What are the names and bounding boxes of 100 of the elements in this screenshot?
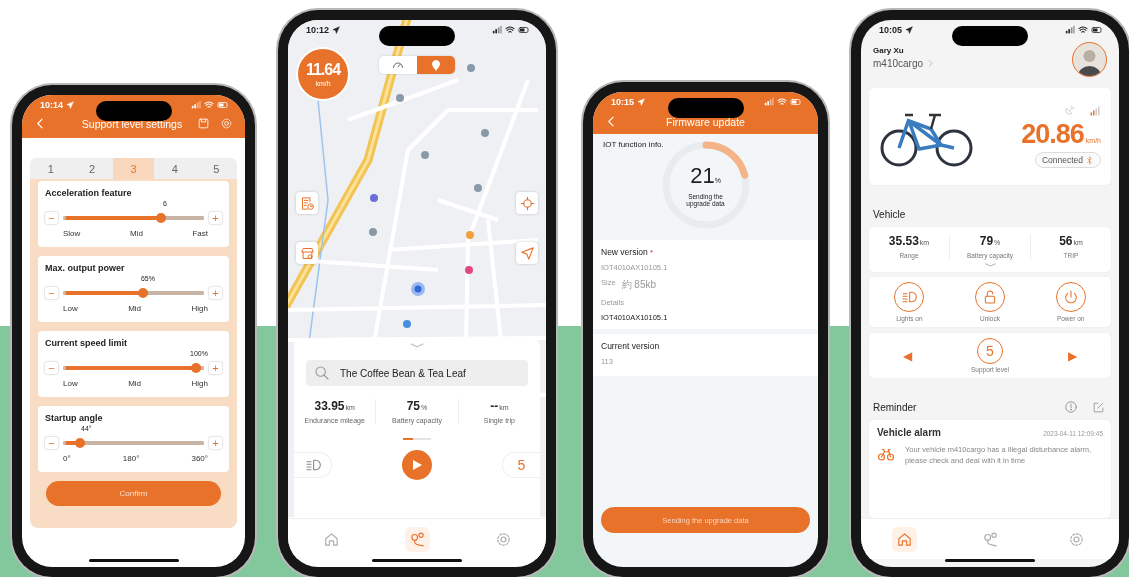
status-time: 10:12 (306, 25, 330, 35)
settings-icon (1067, 530, 1085, 548)
stat-value: 33.95 (314, 399, 345, 413)
stat-value: -- (490, 399, 499, 413)
scale-label: 360° (191, 454, 208, 463)
play-icon (411, 459, 423, 471)
decrease-button[interactable]: − (45, 212, 58, 224)
level-tab[interactable]: 1 (30, 158, 72, 179)
bluetooth-icon (1085, 155, 1094, 165)
store-button[interactable] (296, 242, 318, 264)
speed-value: 11.64 (305, 61, 341, 79)
status-time: 10:15 (611, 97, 635, 107)
cellular-signal-icon (492, 25, 502, 35)
next-level-button[interactable]: ▶ (1060, 348, 1086, 363)
scale-label: 180° (122, 454, 140, 463)
map-pin (369, 228, 377, 236)
location-arrow-icon (332, 26, 341, 34)
trip-record-icon (299, 195, 315, 211)
settings-icon[interactable] (220, 117, 233, 130)
decrease-button[interactable]: − (45, 287, 58, 299)
home-tab[interactable] (891, 526, 917, 552)
stat-value: 56 (1059, 234, 1073, 248)
headlight-button[interactable] (294, 452, 332, 478)
play-button[interactable] (402, 450, 432, 480)
status-time: 10:05 (879, 25, 903, 35)
avatar[interactable] (1072, 42, 1107, 77)
wifi-icon (777, 97, 787, 107)
stat-value: 79 (979, 234, 994, 248)
scale-label: Mid (129, 229, 143, 238)
scale-label: Low (63, 304, 78, 313)
save-icon[interactable] (197, 117, 210, 130)
scale-label: 0° (63, 454, 71, 463)
navigation-icon (519, 245, 535, 261)
increase-button[interactable]: + (209, 287, 222, 299)
route-tab[interactable] (404, 526, 430, 552)
map-pin (421, 151, 429, 159)
unlock-icon (982, 289, 998, 305)
section-heading: Reminder (873, 401, 918, 413)
search-field[interactable]: The Coffee Bean & Tea Leaf (306, 360, 528, 386)
previous-level-button[interactable]: ◀ (894, 348, 920, 363)
screen-title: Support level settings (80, 117, 184, 130)
map-pin (403, 320, 411, 328)
power-icon (1062, 289, 1079, 305)
alert-icon[interactable] (1064, 400, 1078, 414)
speed-view-tab[interactable] (379, 56, 417, 74)
store-icon (299, 245, 315, 261)
map-pin (465, 266, 473, 274)
stat-value: 35.53 (888, 234, 919, 248)
home-icon (895, 530, 913, 548)
level-tab[interactable]: 4 (154, 158, 196, 179)
section-heading: Vehicle (873, 209, 907, 220)
status-time: 10:14 (40, 100, 64, 110)
setting-title: Max. output power (45, 263, 126, 273)
decrease-button[interactable]: − (45, 437, 58, 449)
navigation-button[interactable] (516, 242, 538, 264)
setting-title: Current speed limit (45, 338, 128, 348)
map-pin (467, 64, 475, 72)
level-tab[interactable]: 5 (195, 158, 237, 179)
increase-button[interactable]: + (209, 212, 222, 224)
signal-bars-icon (1089, 105, 1101, 117)
settings-icon (494, 530, 512, 548)
locate-icon (519, 195, 535, 211)
location-arrow-icon (637, 98, 646, 106)
cellular-signal-icon (1065, 25, 1075, 35)
map-pin (481, 129, 489, 137)
setting-title: Acceleration feature (45, 188, 133, 198)
scale-label: High (191, 304, 208, 313)
support-level-button[interactable]: 5 (502, 452, 540, 478)
map-pin (466, 231, 474, 239)
trip-record-button[interactable] (296, 192, 318, 214)
level-tab[interactable]: 3 (112, 158, 155, 179)
increase-button[interactable]: + (209, 362, 222, 374)
page-indicator (403, 438, 431, 440)
location-marker (411, 282, 425, 296)
wifi-icon (505, 25, 515, 35)
speed-value: 20.86 (1021, 119, 1084, 150)
confirm-button[interactable]: Confirm (46, 481, 221, 506)
level-tab[interactable]: 2 (71, 158, 113, 179)
connection-status[interactable]: Connected (1034, 152, 1101, 168)
map-pin (370, 194, 378, 202)
increase-button[interactable]: + (209, 437, 222, 449)
location-arrow-icon (66, 101, 75, 109)
scale-label: Mid (128, 304, 142, 313)
edit-icon[interactable] (1092, 400, 1105, 414)
map-view-tab[interactable] (417, 56, 455, 74)
cellular-signal-icon (191, 100, 201, 110)
vehicle-name[interactable]: m410cargo (873, 58, 924, 69)
cellular-signal-icon (764, 97, 774, 107)
section-label: IOT function info. (603, 140, 664, 149)
wifi-icon (1078, 25, 1088, 35)
battery-icon (518, 24, 530, 36)
locate-button[interactable] (516, 192, 538, 214)
battery-icon (217, 99, 229, 111)
speedometer-icon (392, 59, 404, 71)
decrease-button[interactable]: − (45, 362, 58, 374)
scale-label: Low (63, 379, 78, 388)
screen-title: Firmware update (665, 115, 746, 128)
battery-icon (790, 96, 802, 108)
required-mark: * (650, 248, 654, 257)
route-icon (981, 530, 999, 548)
